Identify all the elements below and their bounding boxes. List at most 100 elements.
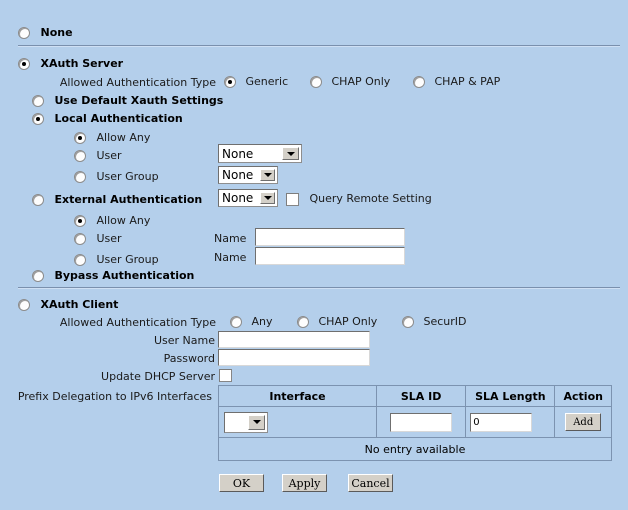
apply-button[interactable]: Apply <box>282 474 327 492</box>
external-auth-user-group[interactable]: User Group <box>74 253 159 267</box>
divider-middle <box>18 287 620 289</box>
radio-local-user-group[interactable] <box>74 171 86 183</box>
label-external-authentication: External Authentication <box>54 193 203 206</box>
label-use-default-xauth-settings: Use Default Xauth Settings <box>54 94 224 107</box>
local-auth-allow-any[interactable]: Allow Any <box>74 131 150 145</box>
label-client-auth-securid: SecurID <box>423 315 467 328</box>
xauth-configuration-page: None XAuth Server Allowed Authentication… <box>0 0 628 510</box>
server-auth-type-chap-only[interactable]: CHAP Only <box>310 75 390 89</box>
label-server-auth-generic: Generic <box>245 75 289 88</box>
prefix-delegation-table: Interface SLA ID SLA Length Action 0 Add… <box>217 385 612 461</box>
external-auth-allow-any[interactable]: Allow Any <box>74 214 150 228</box>
option-xauth-client-row[interactable]: XAuth Client <box>18 298 118 312</box>
input-external-user-group-name[interactable] <box>255 247 405 265</box>
option-xauth-server-row[interactable]: XAuth Server <box>18 57 123 71</box>
cell-action: Add <box>554 406 612 438</box>
label-client-password: Password <box>163 352 215 365</box>
radio-client-auth-securid[interactable] <box>402 316 414 328</box>
server-auth-type-chap-pap[interactable]: CHAP & PAP <box>413 75 500 89</box>
add-button[interactable]: Add <box>565 413 602 431</box>
label-xauth-server: XAuth Server <box>40 57 124 70</box>
chevron-down-icon[interactable] <box>260 169 275 181</box>
radio-server-auth-chap-pap[interactable] <box>413 76 425 88</box>
dropdown-external-authentication[interactable]: None <box>218 189 278 207</box>
chevron-down-icon[interactable] <box>282 147 299 160</box>
radio-external-authentication[interactable] <box>32 194 44 206</box>
label-external-user-group-name: Name <box>214 251 247 264</box>
table-empty-row: No entry available <box>218 437 612 461</box>
input-client-password[interactable] <box>218 349 370 366</box>
radio-local-authentication[interactable] <box>32 113 44 125</box>
label-local-authentication: Local Authentication <box>54 112 183 125</box>
label-client-auth-any: Any <box>251 315 273 328</box>
cell-sla-id <box>376 406 467 438</box>
radio-local-allow-any[interactable] <box>74 132 86 144</box>
radio-bypass-authentication[interactable] <box>32 270 44 282</box>
radio-client-auth-chap-only[interactable] <box>297 316 309 328</box>
radio-external-user[interactable] <box>74 233 86 245</box>
local-auth-user-group[interactable]: User Group <box>74 170 159 184</box>
option-external-authentication[interactable]: External Authentication <box>32 193 202 207</box>
dropdown-local-user-value: None <box>222 146 254 161</box>
option-bypass-authentication[interactable]: Bypass Authentication <box>32 269 194 283</box>
label-bypass-authentication: Bypass Authentication <box>54 269 195 282</box>
label-query-remote-setting: Query Remote Setting <box>309 192 432 205</box>
checkbox-update-dhcp-server[interactable] <box>219 369 232 382</box>
label-client-auth-chap-only: CHAP Only <box>318 315 378 328</box>
table-entry-row: Add <box>217 406 612 438</box>
dropdown-external-authentication-value: None <box>222 191 254 205</box>
radio-external-allow-any[interactable] <box>74 215 86 227</box>
radio-xauth-client[interactable] <box>18 299 30 311</box>
empty-message: No entry available <box>218 437 612 461</box>
column-header-action: Action <box>554 385 612 407</box>
label-external-user: User <box>96 232 122 245</box>
checkbox-query-remote-setting[interactable] <box>286 192 299 206</box>
label-local-user: User <box>96 149 122 162</box>
client-auth-type-chap-only[interactable]: CHAP Only <box>297 315 377 329</box>
radio-server-auth-chap-only[interactable] <box>310 76 322 88</box>
cell-interface <box>217 406 378 438</box>
client-auth-type-any[interactable]: Any <box>230 315 273 329</box>
radio-external-user-group[interactable] <box>74 254 86 266</box>
option-local-authentication[interactable]: Local Authentication <box>32 112 183 126</box>
dropdown-local-user-group-value: None <box>222 168 254 182</box>
label-server-auth-chap-only: CHAP Only <box>331 75 391 88</box>
label-update-dhcp-server: Update DHCP Server <box>101 370 215 383</box>
input-client-user-name[interactable] <box>218 331 370 348</box>
radio-local-user[interactable] <box>74 150 86 162</box>
label-server-allowed-auth-type: Allowed Authentication Type <box>59 76 216 89</box>
table-header-row: Interface SLA ID SLA Length Action <box>217 385 612 407</box>
input-sla-length[interactable] <box>470 412 533 432</box>
divider-top <box>18 45 620 47</box>
label-client-allowed-auth-type: Allowed Authentication Type <box>59 316 216 329</box>
chevron-down-icon[interactable] <box>248 414 265 430</box>
radio-server-auth-generic[interactable] <box>224 76 236 88</box>
local-auth-user[interactable]: User <box>74 149 122 163</box>
label-external-user-name: Name <box>214 232 247 245</box>
client-auth-type-securid[interactable]: SecurID <box>402 315 467 329</box>
query-remote-setting-row[interactable]: Query Remote Setting <box>286 192 432 206</box>
server-auth-type-generic[interactable]: Generic <box>224 75 288 89</box>
label-none: None <box>40 26 73 39</box>
dropdown-local-user-group[interactable]: None <box>218 166 278 184</box>
label-external-allow-any: Allow Any <box>96 214 151 227</box>
ok-button[interactable]: OK <box>219 474 264 492</box>
column-header-interface: Interface <box>217 385 378 407</box>
input-external-user-name[interactable] <box>255 228 405 246</box>
dropdown-interface[interactable] <box>224 411 268 433</box>
radio-xauth-server[interactable] <box>18 58 30 70</box>
radio-none[interactable] <box>18 27 30 39</box>
column-header-sla-length: SLA Length <box>465 385 556 407</box>
radio-use-default-xauth-settings[interactable] <box>32 95 44 107</box>
option-none-row[interactable]: None <box>18 26 73 40</box>
option-use-default-xauth-settings[interactable]: Use Default Xauth Settings <box>32 94 223 108</box>
external-auth-user[interactable]: User <box>74 232 122 246</box>
label-prefix-delegation: Prefix Delegation to IPv6 Interfaces <box>17 390 212 403</box>
dropdown-local-user[interactable]: None <box>218 144 302 163</box>
radio-client-auth-any[interactable] <box>230 316 242 328</box>
chevron-down-icon[interactable] <box>260 192 275 204</box>
cell-sla-length <box>465 406 556 438</box>
input-sla-id[interactable] <box>390 412 453 432</box>
label-xauth-client: XAuth Client <box>40 298 119 311</box>
cancel-button[interactable]: Cancel <box>348 474 393 492</box>
